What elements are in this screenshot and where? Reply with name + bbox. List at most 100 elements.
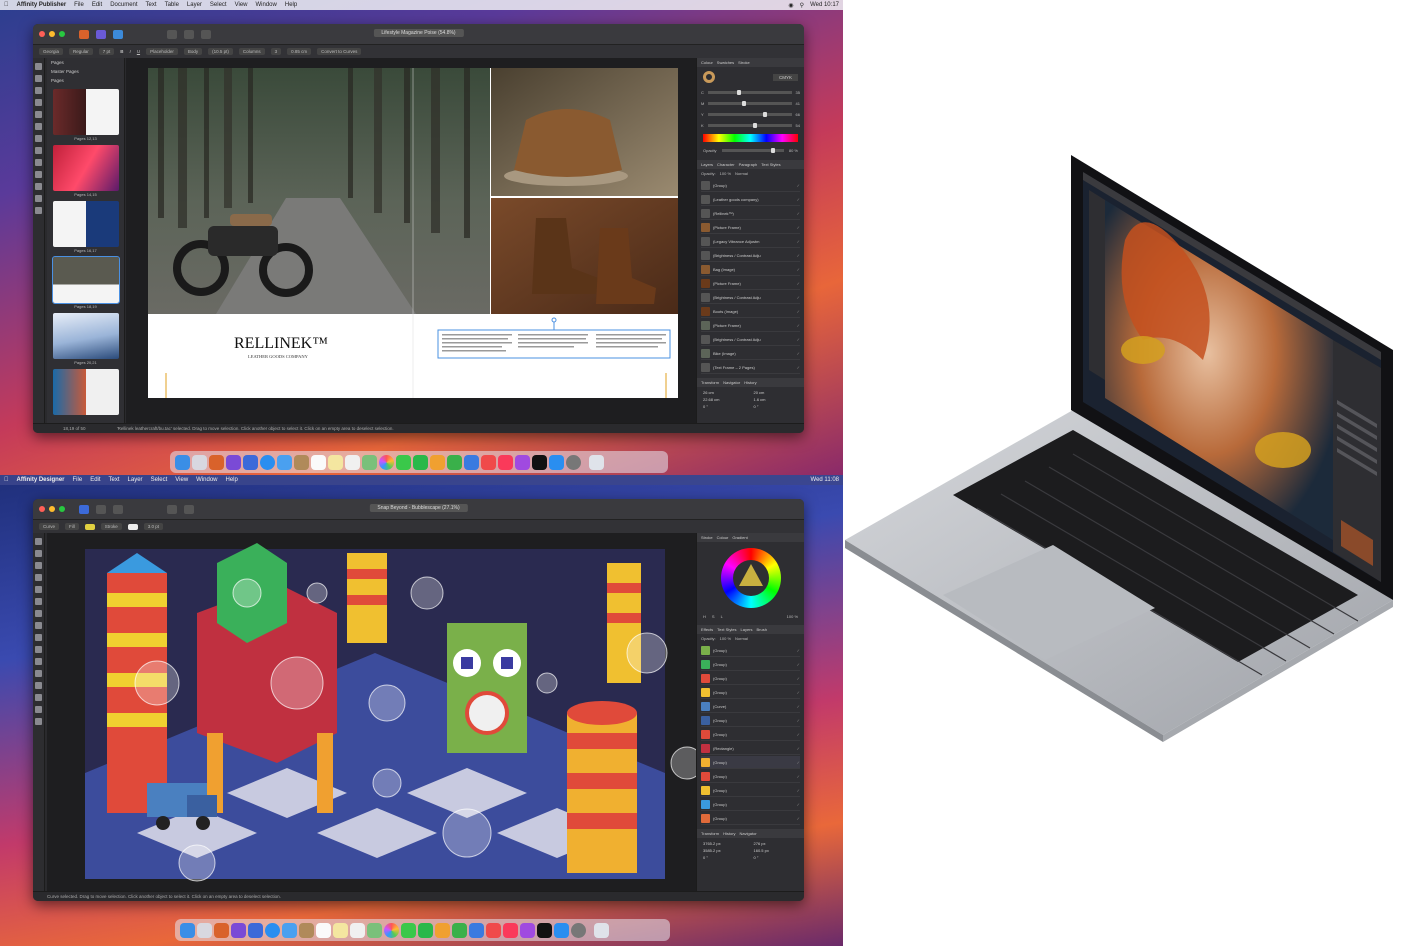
layer-row[interactable]: (Group) ✓: [701, 798, 800, 811]
tab-brush[interactable]: Brush: [757, 627, 767, 632]
italic-icon[interactable]: I: [130, 49, 131, 54]
y-field[interactable]: 3585.2 px: [703, 848, 748, 853]
colour-model-select[interactable]: CMYK: [772, 73, 798, 81]
app-menu[interactable]: Affinity Designer: [17, 477, 65, 483]
close-button[interactable]: [39, 31, 45, 37]
persona-export-icon[interactable]: [113, 504, 123, 514]
tab-text-styles[interactable]: Text Styles: [761, 162, 780, 167]
layer-row[interactable]: (Group) ✓: [701, 714, 800, 727]
document-canvas[interactable]: RELLINEK™ LEATHER GOODS COMPANY: [126, 58, 696, 423]
launchpad-icon[interactable]: [197, 922, 212, 938]
blend-mode-select[interactable]: Normal: [735, 636, 748, 641]
layer-row[interactable]: (Group) ✓: [701, 672, 800, 685]
layer-row[interactable]: (Picture Frame) ✓: [701, 221, 800, 234]
zoom-button[interactable]: [59, 506, 65, 512]
pen-tool-icon[interactable]: [35, 574, 42, 581]
ellipse-tool-icon[interactable]: [35, 159, 42, 166]
tab-transform[interactable]: Transform: [701, 380, 719, 385]
facetime-icon[interactable]: [418, 922, 433, 938]
affinity-publisher-icon[interactable]: [209, 454, 224, 470]
tab-colour[interactable]: Colour: [701, 60, 713, 65]
blend-mode-select[interactable]: Normal: [735, 171, 748, 176]
page-thumbnail[interactable]: [52, 313, 119, 359]
system-preferences-icon[interactable]: [571, 922, 586, 938]
page-thumbnail[interactable]: [52, 201, 119, 247]
menu-edit[interactable]: Edit: [92, 2, 102, 8]
tab-history[interactable]: History: [744, 380, 756, 385]
mail-icon[interactable]: [282, 922, 297, 938]
menu-select[interactable]: Select: [151, 477, 168, 483]
tab-navigator[interactable]: Navigator: [740, 831, 757, 836]
layer-row[interactable]: (Group) ✓: [701, 686, 800, 699]
shear-field[interactable]: 0 °: [754, 404, 799, 409]
toolbar-button[interactable]: [184, 504, 194, 514]
tv-icon[interactable]: [532, 454, 547, 470]
menu-select[interactable]: Select: [210, 2, 227, 8]
persona-pixel-icon[interactable]: [96, 504, 106, 514]
menubar-clock[interactable]: Wed 10:17: [810, 2, 839, 9]
photos-icon[interactable]: [379, 454, 394, 470]
podcasts-icon[interactable]: [515, 454, 530, 470]
move-tool-icon[interactable]: [35, 538, 42, 545]
news-icon[interactable]: [481, 454, 496, 470]
font-weight-select[interactable]: Regular: [69, 48, 93, 55]
tab-transform[interactable]: Transform: [701, 831, 719, 836]
menu-edit[interactable]: Edit: [90, 477, 100, 483]
minimize-button[interactable]: [49, 506, 55, 512]
isometric-illustration[interactable]: [47, 533, 704, 891]
cyan-value[interactable]: 35: [796, 90, 800, 95]
reminders-icon[interactable]: [345, 454, 360, 470]
layer-row[interactable]: (Legacy Vibrance Adjustm ✓: [701, 235, 800, 248]
layer-row[interactable]: (Group) ✓: [701, 756, 800, 769]
tab-stroke[interactable]: Stroke: [701, 535, 713, 540]
black-value[interactable]: 54: [796, 123, 800, 128]
finder-icon[interactable]: [175, 454, 190, 470]
persona-designer-icon[interactable]: [113, 29, 123, 39]
trash-icon[interactable]: [589, 454, 604, 470]
affinity-designer-icon[interactable]: [248, 922, 263, 938]
rotation-field[interactable]: 0 °: [703, 404, 748, 409]
tab-layers[interactable]: Layers: [741, 627, 753, 632]
safari-icon[interactable]: [265, 922, 280, 938]
shape-tool-icon[interactable]: [35, 147, 42, 154]
document-tab[interactable]: Snap Beyond - Bubblescape (27.1%): [369, 504, 468, 512]
fill-swatch[interactable]: Fill: [65, 523, 79, 530]
h-field[interactable]: 160.5 px: [754, 848, 799, 853]
stroke-width-field[interactable]: 3.0 pt: [143, 523, 164, 530]
mail-icon[interactable]: [277, 454, 292, 470]
text-tool-icon[interactable]: [35, 694, 42, 701]
launchpad-icon[interactable]: [192, 454, 207, 470]
pages-icon[interactable]: [430, 454, 445, 470]
tab-text-styles[interactable]: Text Styles: [717, 627, 736, 632]
calendar-icon[interactable]: [316, 922, 331, 938]
photos-icon[interactable]: [384, 922, 399, 938]
tab-colour[interactable]: Colour: [717, 535, 729, 540]
node-tool-icon[interactable]: [35, 75, 42, 82]
reminders-icon[interactable]: [350, 922, 365, 938]
pencil-tool-icon[interactable]: [35, 586, 42, 593]
tab-swatches[interactable]: Swatches: [717, 60, 734, 65]
move-tool-icon[interactable]: [35, 63, 42, 70]
menu-table[interactable]: Table: [165, 2, 179, 8]
layer-opacity-value[interactable]: 100 %: [720, 171, 731, 176]
contacts-icon[interactable]: [299, 922, 314, 938]
columns-field[interactable]: 3: [270, 48, 282, 55]
tab-gradient[interactable]: Gradient: [732, 535, 747, 540]
fill-tool-icon[interactable]: [35, 171, 42, 178]
triangle-tool-icon[interactable]: [35, 682, 42, 689]
underline-icon[interactable]: U: [137, 49, 140, 54]
layer-row[interactable]: (Text Frame – 2 Pages) ✓: [701, 361, 800, 374]
pages-tab[interactable]: Pages: [47, 58, 124, 67]
menu-layer[interactable]: Layer: [128, 477, 143, 483]
magazine-spread[interactable]: RELLINEK™ LEATHER GOODS COMPANY: [126, 58, 696, 423]
corner-tool-icon[interactable]: [35, 562, 42, 569]
fill-stroke-icon[interactable]: [703, 71, 715, 83]
hand-tool-icon[interactable]: [35, 706, 42, 713]
rotation-field[interactable]: 0 °: [703, 855, 748, 860]
notes-icon[interactable]: [328, 454, 343, 470]
page-thumbnail[interactable]: [52, 369, 119, 415]
wifi-icon[interactable]: ◉: [788, 2, 793, 9]
fill-tool-icon[interactable]: [35, 610, 42, 617]
layer-row[interactable]: (Group) ✓: [701, 728, 800, 741]
hand-tool-icon[interactable]: [35, 195, 42, 202]
